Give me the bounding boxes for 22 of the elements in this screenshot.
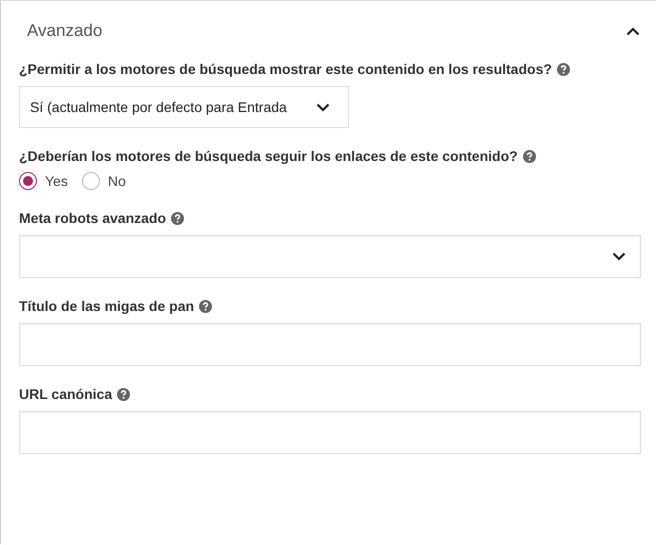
field-label: URL canónica [19, 386, 112, 402]
field-label: ¿Deberían los motores de búsqueda seguir los enlaces de este contenido? [19, 148, 518, 164]
help-icon[interactable] [199, 300, 212, 312]
radio-label[interactable]: No [108, 173, 126, 189]
field-label: Meta robots avanzado [19, 210, 166, 226]
dropdown[interactable]: Sí (actualmente por defecto para Entrada [19, 86, 349, 128]
multi-select-field[interactable] [19, 235, 641, 278]
radio-label[interactable]: Yes [45, 173, 68, 189]
caret-icon[interactable] [316, 102, 330, 112]
input-field[interactable] [19, 411, 641, 454]
field-label: ¿Permitir a los motores de búsqueda mostrar este contenido en los resultados? [19, 61, 552, 77]
help-icon[interactable] [556, 62, 570, 76]
collapse-icon[interactable] [626, 26, 640, 36]
help-icon[interactable] [522, 150, 536, 162]
caret-icon[interactable] [612, 252, 626, 261]
section-title: Avanzado [27, 21, 102, 41]
radio-button[interactable] [19, 172, 37, 190]
input-field[interactable] [19, 323, 641, 366]
radio-button[interactable] [82, 172, 100, 190]
help-icon[interactable] [117, 388, 130, 400]
field-label: Título de las migas de pan [19, 298, 194, 314]
help-icon[interactable] [171, 212, 184, 224]
